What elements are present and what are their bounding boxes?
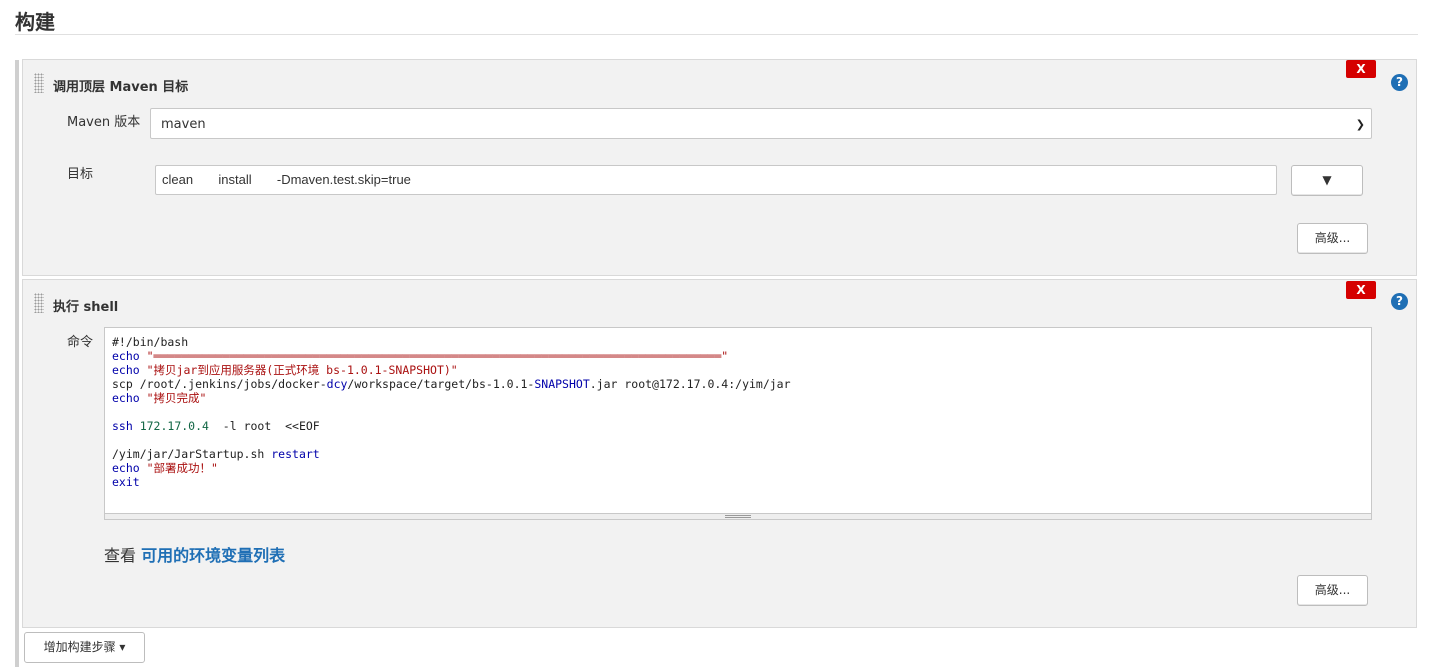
drag-handle-icon[interactable] bbox=[34, 73, 44, 93]
code-token: -l root <<EOF bbox=[208, 419, 320, 433]
code-token: 172.17.0.4 bbox=[132, 419, 209, 433]
help-icon[interactable]: ? bbox=[1391, 74, 1408, 91]
build-steps-left-bar bbox=[15, 60, 19, 667]
section-divider bbox=[15, 34, 1418, 35]
code-token: scp /root/.jenkins/jobs/docker- bbox=[112, 377, 327, 391]
code-line: scp /root/.jenkins/jobs/docker-dcy/works… bbox=[112, 377, 1371, 391]
goals-input[interactable]: clean install -Dmaven.test.skip=true bbox=[155, 165, 1277, 195]
code-line: #!/bin/bash bbox=[112, 335, 1371, 349]
section-title: 构建 bbox=[15, 10, 55, 34]
resize-grip-icon bbox=[725, 515, 751, 518]
env-vars-prefix: 查看 bbox=[104, 546, 142, 565]
command-label: 命令 bbox=[67, 335, 94, 350]
advanced-button[interactable]: 高级... bbox=[1297, 575, 1368, 606]
code-token: echo bbox=[112, 363, 140, 377]
textarea-resize-handle[interactable] bbox=[105, 513, 1371, 519]
code-token: dcy bbox=[326, 377, 348, 391]
code-token: "═══════════════════════════════════════… bbox=[139, 349, 729, 363]
code-line: exit bbox=[112, 475, 1371, 489]
code-line: ssh 172.17.0.4 -l root <<EOF bbox=[112, 419, 1371, 433]
code-token: "拷贝完成" bbox=[139, 391, 207, 405]
chevron-down-icon: ▼ bbox=[1322, 173, 1332, 187]
build-step-maven: 调用顶层 Maven 目标 X Maven 版本 maven ❯ 目标 clea… bbox=[22, 59, 1417, 276]
env-vars-hint: 查看 可用的环境变量列表 bbox=[104, 542, 285, 566]
code-token: echo bbox=[112, 391, 140, 405]
chevron-down-icon: ❯ bbox=[1355, 118, 1365, 131]
code-token: #!/bin/bash bbox=[112, 335, 189, 349]
code-token: "部署成功！" bbox=[139, 461, 218, 475]
delete-step-button[interactable]: X bbox=[1346, 281, 1376, 299]
goals-label: 目标 bbox=[67, 167, 94, 182]
help-icon[interactable]: ? bbox=[1391, 293, 1408, 310]
code-line: echo "部署成功！" bbox=[112, 461, 1371, 475]
code-token: /workspace/target/bs-1.0.1- bbox=[347, 377, 535, 391]
code-token: ssh bbox=[112, 419, 133, 433]
code-token: echo bbox=[112, 349, 140, 363]
command-textarea[interactable]: #!/bin/bash echo "═══════════════════════… bbox=[104, 327, 1372, 520]
step-title: 执行 shell bbox=[53, 300, 119, 315]
delete-step-button[interactable]: X bbox=[1346, 60, 1376, 78]
code-token: .jar root@172.17.0.4:/yim/jar bbox=[589, 377, 791, 391]
maven-version-value: maven bbox=[161, 117, 206, 132]
code-token: /yim/jar/JarStartup.sh bbox=[112, 447, 272, 461]
code-line: echo "拷贝jar到应用服务器(正式环境 bs-1.0.1-SNAPSHOT… bbox=[112, 363, 1371, 377]
drag-handle-icon[interactable] bbox=[34, 293, 44, 313]
code-line: /yim/jar/JarStartup.sh restart bbox=[112, 447, 1371, 461]
add-build-step-button[interactable]: 增加构建步骤 ▾ bbox=[24, 632, 145, 663]
code-line: echo "══════════════════════════════════… bbox=[112, 349, 1371, 363]
code-token: exit bbox=[112, 475, 140, 489]
maven-version-label: Maven 版本 bbox=[67, 115, 141, 130]
goals-dropdown-button[interactable]: ▼ bbox=[1291, 165, 1363, 196]
code-line: echo "拷贝完成" bbox=[112, 391, 1371, 405]
code-token: echo bbox=[112, 461, 140, 475]
env-vars-link[interactable]: 可用的环境变量列表 bbox=[141, 546, 285, 565]
step-title: 调用顶层 Maven 目标 bbox=[53, 80, 189, 95]
code-token: SNAPSHOT bbox=[534, 377, 590, 391]
code-token: "拷贝jar到应用服务器(正式环境 bs-1.0.1-SNAPSHOT)" bbox=[139, 363, 458, 377]
code-token: restart bbox=[271, 447, 320, 461]
maven-version-select[interactable]: maven ❯ bbox=[150, 108, 1372, 139]
advanced-button[interactable]: 高级... bbox=[1297, 223, 1368, 254]
